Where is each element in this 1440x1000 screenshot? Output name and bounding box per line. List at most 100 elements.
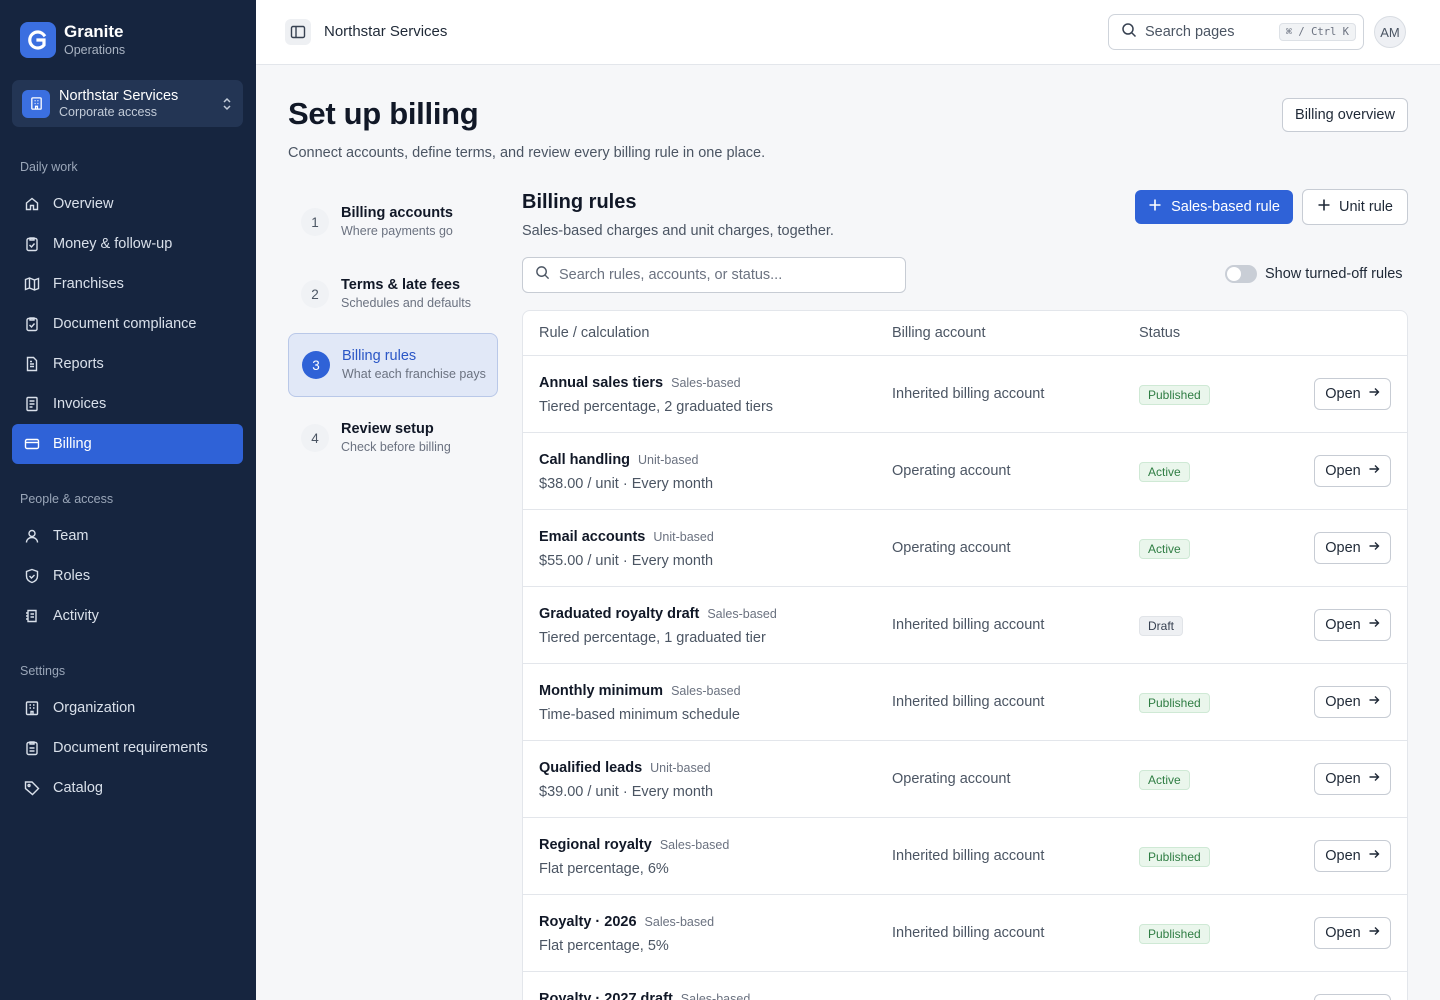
- sidebar-toggle-icon[interactable]: [285, 19, 311, 45]
- step-number: 1: [301, 208, 329, 236]
- page-search[interactable]: Search pages ⌘ / Ctrl K: [1108, 14, 1364, 50]
- sidebar-item-label: Billing: [53, 436, 92, 452]
- open-rule-button[interactable]: Open: [1314, 378, 1391, 410]
- clipboard-list-icon: [24, 740, 40, 756]
- billing-overview-button[interactable]: Billing overview: [1282, 98, 1408, 132]
- sidebar-item-activity[interactable]: Activity: [12, 596, 243, 636]
- brand-name: Granite: [64, 22, 124, 41]
- sidebar-item-label: Activity: [53, 608, 99, 624]
- step-billing-rules[interactable]: 3 Billing rules What each franchise pays: [288, 333, 498, 397]
- nav-section-settings: Settings: [20, 664, 66, 678]
- building-icon: [24, 700, 40, 716]
- sidebar-item-team[interactable]: Team: [12, 516, 243, 556]
- org-access: Corporate access: [59, 104, 157, 119]
- open-label: Open: [1325, 463, 1361, 479]
- step-title: Billing rules: [342, 348, 417, 364]
- rule-type: Unit-based: [638, 453, 699, 467]
- step-terms-late-fees[interactable]: 2 Terms & late fees Schedules and defaul…: [288, 262, 498, 326]
- open-rule-button[interactable]: Open: [1314, 609, 1391, 641]
- open-label: Open: [1325, 694, 1361, 710]
- step-subtitle: Schedules and defaults: [341, 296, 471, 310]
- sidebar-item-document-requirements[interactable]: Document requirements: [12, 728, 243, 768]
- arrow-right-icon: [1368, 463, 1380, 479]
- open-label: Open: [1325, 617, 1361, 633]
- user-icon: [24, 528, 40, 544]
- rule-calculation: Flat percentage, 5%: [539, 938, 669, 954]
- rule-calculation: Tiered percentage, 1 graduated tier: [539, 630, 766, 646]
- sidebar-item-reports[interactable]: Reports: [12, 344, 243, 384]
- rule-name: Graduated royalty draft Sales-based: [539, 606, 777, 622]
- table-row: Royalty · 2026 Sales-based Flat percentag…: [523, 895, 1407, 972]
- org-switcher[interactable]: Northstar Services Corporate access: [12, 80, 243, 127]
- rule-calculation: $55.00 / unit · Every month: [539, 553, 714, 569]
- rules-search-input[interactable]: [559, 267, 879, 283]
- step-title: Review setup: [341, 421, 434, 437]
- clipboard-check-icon: [24, 236, 40, 252]
- arrow-right-icon: [1368, 540, 1380, 556]
- add-sales-based-rule-button[interactable]: Sales-based rule: [1135, 190, 1293, 224]
- status-badge: Active: [1139, 770, 1190, 790]
- search-icon: [535, 265, 550, 285]
- show-turned-off-toggle[interactable]: Show turned-off rules: [1225, 265, 1403, 283]
- unit-rule-label: Unit rule: [1339, 199, 1393, 215]
- status-badge: Published: [1139, 385, 1210, 405]
- chevron-up-down-icon: [221, 97, 233, 111]
- step-number: 2: [301, 280, 329, 308]
- sidebar-item-document-compliance[interactable]: Document compliance: [12, 304, 243, 344]
- step-number: 3: [302, 351, 330, 379]
- brand[interactable]: Granite Operations: [20, 22, 125, 58]
- arrow-right-icon: [1368, 771, 1380, 787]
- open-rule-button[interactable]: Open: [1314, 763, 1391, 795]
- rule-calculation: $39.00 / unit · Every month: [539, 784, 714, 800]
- arrow-right-icon: [1368, 848, 1380, 864]
- step-subtitle: What each franchise pays: [342, 367, 486, 381]
- billing-account: Inherited billing account: [892, 386, 1045, 402]
- page-subtitle: Connect accounts, define terms, and revi…: [288, 145, 766, 161]
- sidebar-item-label: Document compliance: [53, 316, 197, 332]
- nav-section-people: People & access: [20, 492, 114, 506]
- sidebar-item-organization[interactable]: Organization: [12, 688, 243, 728]
- step-review-setup[interactable]: 4 Review setup Check before billing: [288, 406, 498, 470]
- table-row: Royalty · 2027 draft Sales-based Open: [523, 972, 1407, 1000]
- brand-subtitle: Operations: [64, 43, 126, 57]
- open-rule-button[interactable]: Open: [1314, 840, 1391, 872]
- sidebar-item-catalog[interactable]: Catalog: [12, 768, 243, 808]
- rules-search-field[interactable]: [522, 257, 906, 293]
- sidebar-item-label: Money & follow-up: [53, 236, 173, 252]
- open-rule-button[interactable]: Open: [1314, 532, 1391, 564]
- tag-icon: [24, 780, 40, 796]
- sidebar-item-billing[interactable]: Billing: [12, 424, 243, 464]
- sidebar-item-label: Roles: [53, 568, 91, 584]
- page-title: Set up billing: [288, 96, 479, 131]
- open-rule-button[interactable]: Open: [1314, 455, 1391, 487]
- rule-name: Regional royalty Sales-based: [539, 837, 729, 853]
- breadcrumb[interactable]: Northstar Services: [324, 23, 447, 40]
- sidebar-item-money[interactable]: Money & follow-up: [12, 224, 243, 264]
- billing-overview-label: Billing overview: [1295, 107, 1395, 123]
- rule-name-text: Graduated royalty draft: [539, 606, 700, 622]
- rule-name: Royalty · 2026 Sales-based: [539, 914, 714, 930]
- open-rule-button[interactable]: Open: [1314, 686, 1391, 718]
- step-billing-accounts[interactable]: 1 Billing accounts Where payments go: [288, 190, 498, 254]
- sidebar-item-overview[interactable]: Overview: [12, 184, 243, 224]
- table-row: Qualified leads Unit-based $39.00 / unit …: [523, 741, 1407, 818]
- sidebar-item-franchises[interactable]: Franchises: [12, 264, 243, 304]
- rules-title: Billing rules: [522, 191, 637, 213]
- billing-account: Operating account: [892, 771, 1011, 787]
- rule-name-text: Qualified leads: [539, 760, 643, 776]
- open-rule-button[interactable]: Open: [1314, 994, 1391, 1000]
- open-rule-button[interactable]: Open: [1314, 917, 1391, 949]
- add-unit-rule-button[interactable]: Unit rule: [1302, 189, 1408, 225]
- open-label: Open: [1325, 848, 1361, 864]
- sidebar-item-invoices[interactable]: Invoices: [12, 384, 243, 424]
- column-header-status: Status: [1139, 325, 1181, 341]
- column-header-account: Billing account: [892, 325, 986, 341]
- sidebar-item-label: Catalog: [53, 780, 103, 796]
- billing-account: Operating account: [892, 463, 1011, 479]
- toggle-switch[interactable]: [1225, 265, 1257, 283]
- step-subtitle: Check before billing: [341, 440, 451, 454]
- open-label: Open: [1325, 386, 1361, 402]
- avatar[interactable]: AM: [1374, 16, 1406, 48]
- sidebar-item-roles[interactable]: Roles: [12, 556, 243, 596]
- rule-type: Sales-based: [707, 607, 777, 621]
